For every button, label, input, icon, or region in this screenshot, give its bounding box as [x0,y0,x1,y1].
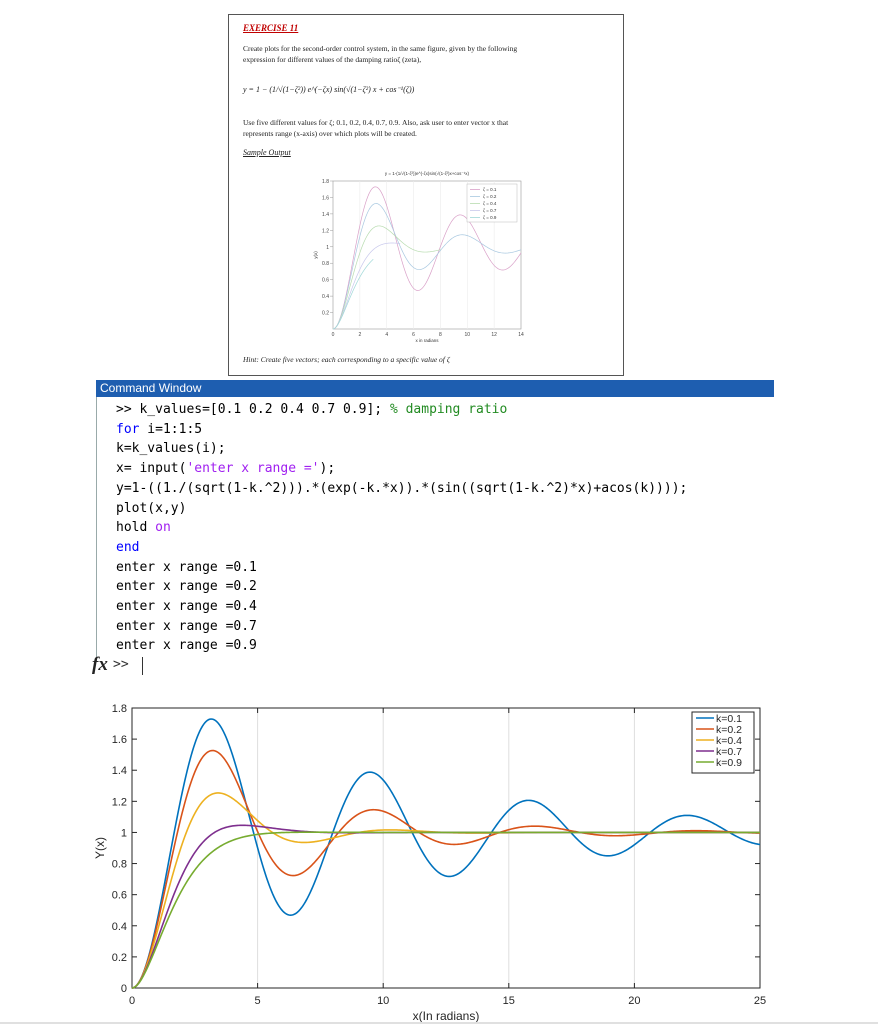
mini-y-tick-label: 0.2 [322,311,329,317]
mini-y-axis-label: y(x) [313,251,318,259]
exercise-formula: y = 1 − (1/√(1−ζ²)) e^(−ζx) sin(√(1−ζ²) … [243,85,415,94]
code-token: enter x range =0.1 [116,559,257,575]
mini-y-tick-label: 1.6 [322,195,329,201]
x-tick-label: 0 [129,995,135,1007]
y-tick-label: 1.2 [112,796,127,808]
command-line: plot(x,y) [116,499,186,519]
y-axis-label: Y(x) [93,837,107,859]
code-token: enter x range =0.9 [116,638,257,654]
command-window-title: Command Window [96,380,774,397]
mini-chart-title: y = 1-(1/√(1-ζ²))e^(-ζx)sin(√(1-ζ²)x+cos… [385,171,470,176]
x-axis-label: x(In radians) [413,1009,480,1023]
mini-x-tick-label: 2 [358,332,361,338]
y-tick-label: 1 [121,827,127,839]
code-token: for [116,421,140,437]
exercise-panel: EXERCISE 11 Create plots for the second-… [228,14,624,376]
y-tick-label: 1.4 [112,765,127,777]
y-tick-label: 0.6 [112,890,127,902]
code-token: on [155,520,171,536]
command-line: x= input('enter x range ='); [116,459,335,479]
command-window-body[interactable]: >> k_values=[0.1 0.2 0.4 0.7 0.9]; % dam… [96,397,774,687]
code-token: x= input( [116,461,187,477]
x-tick-label: 15 [503,995,515,1007]
mini-y-tick-label: 0.6 [322,278,329,284]
mini-x-tick-label: 8 [439,332,442,338]
command-line: end [116,538,139,558]
command-line: enter x range =0.4 [116,597,257,617]
mini-legend-label: ζ = 0.4 [483,201,497,206]
mini-y-tick-label: 0.4 [322,294,329,300]
fx-icon[interactable]: fx [92,654,108,676]
damping-ratio-plot: 0 5 10 15 20 25 0 0.2 0.4 0.6 0.8 1 1.2 1.4 1.6 1.8 k=0.… [93,703,766,1023]
sample-output-chart: y = 1-(1/√(1-ζ²))e^(-ζx)sin(√(1-ζ²)x+cos… [313,171,524,343]
mini-legend-label: ζ = 0.1 [483,187,497,192]
code-token: y=1-((1./(sqrt(1-k.^2))).*(exp(-k.*x)).*… [116,480,688,496]
code-token: plot(x,y) [116,500,187,516]
code-token: 'enter x range =' [186,461,320,477]
command-line: enter x range =0.1 [116,558,257,578]
command-line: enter x range =0.7 [116,617,257,637]
command-prompt[interactable]: >> [113,657,129,672]
legend-label: k=0.9 [716,757,742,769]
code-token: % damping ratio [389,402,508,417]
exercise-use-line2: represents range (x-axis) over which plo… [243,129,417,138]
code-token: enter x range =0.4 [116,599,257,614]
mini-legend-label: ζ = 0.2 [483,194,497,199]
command-line: enter x range =0.2 [116,577,257,597]
x-tick-label: 20 [628,995,640,1007]
code-token: enter x range =0.7 [116,618,257,634]
text-cursor [142,657,143,675]
mini-x-tick-label: 12 [491,332,497,338]
code-token: end [116,539,140,555]
y-tick-label: 0.2 [112,952,127,964]
y-tick-label: 1.6 [112,734,127,746]
mini-y-tick-label: 1 [326,245,329,251]
mini-x-tick-label: 10 [465,332,471,338]
code-token: hold [116,520,156,536]
code-token: i=1:1:5 [139,421,203,437]
exercise-use-line1: Use five different values for ζ; 0.1, 0.… [243,118,509,127]
x-tick-label: 5 [255,995,261,1007]
mini-x-axis-label: x in radians [415,338,439,343]
plot-area [132,708,760,988]
mini-y-tick-label: 1.2 [322,228,329,234]
x-tick-label: 10 [377,995,389,1007]
y-tick-label: 1.8 [112,703,127,715]
mini-legend-label: ζ = 0.7 [483,208,497,213]
mini-legend-label: ζ = 0.9 [483,215,497,220]
exercise-intro-line1: Create plots for the second-order contro… [243,44,518,53]
code-token: ); [319,461,336,477]
command-line: k=k_values(i); [116,439,226,459]
y-tick-label: 0 [121,983,127,995]
command-line: y=1-((1./(sqrt(1-k.^2))).*(exp(-k.*x)).*… [116,479,687,499]
exercise-intro-line2: expression for different values of the d… [243,55,422,64]
y-tick-label: 0.8 [112,859,127,871]
code-token: k=k_values(i); [116,441,226,457]
x-tick-label: 25 [754,995,766,1007]
mini-y-tick-label: 1.4 [322,212,329,218]
mini-x-tick-label: 14 [518,332,524,338]
sample-output-label: Sample Output [243,148,291,157]
command-line: hold on [116,518,171,538]
exercise-hint: Hint: Create five vectors; each correspo… [243,355,450,364]
code-token: >> k_values=[0.1 0.2 0.4 0.7 0.9]; [116,402,390,417]
mini-y-tick-label: 0.8 [322,261,329,267]
y-tick-label: 0.4 [112,921,127,933]
command-line: enter x range =0.9 [116,636,257,656]
mini-x-tick-label: 0 [332,332,335,338]
command-line: for i=1:1:5 [116,420,202,440]
exercise-title: EXERCISE 11 [243,23,299,33]
mini-y-tick-label: 1.8 [322,179,329,185]
code-token: enter x range =0.2 [116,579,257,595]
mini-x-tick-label: 4 [385,332,388,338]
command-line: >> k_values=[0.1 0.2 0.4 0.7 0.9]; % dam… [116,400,507,420]
